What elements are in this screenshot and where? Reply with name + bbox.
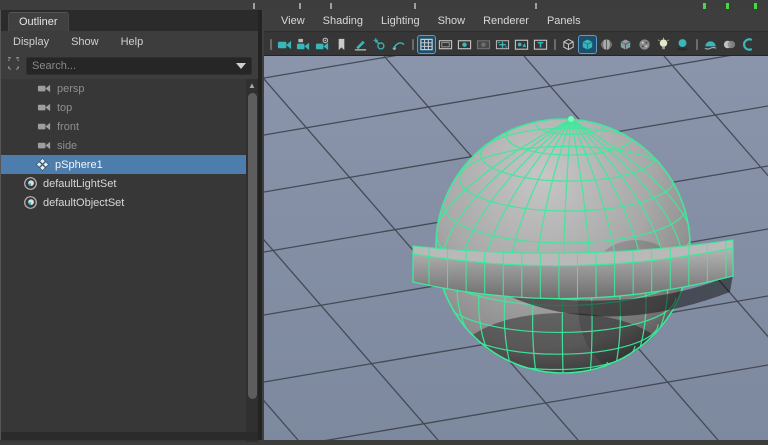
field-chart-icon[interactable] <box>494 36 511 53</box>
camera-icon <box>37 138 52 153</box>
occlusion-dome-icon[interactable] <box>702 36 719 53</box>
menu-shading[interactable]: Shading <box>314 15 372 27</box>
outliner-item-side[interactable]: side <box>1 136 247 155</box>
select-camera-icon[interactable] <box>276 36 293 53</box>
resolution-gate-icon[interactable] <box>456 36 473 53</box>
shelf-tick <box>330 3 332 9</box>
search-field[interactable] <box>26 57 252 75</box>
pan-zoom-icon[interactable] <box>371 36 388 53</box>
camera-attributes-icon[interactable] <box>314 36 331 53</box>
menu-view[interactable]: View <box>272 15 314 27</box>
outliner-bottom-strip <box>1 432 259 440</box>
outliner-item-label: defaultLightSet <box>43 177 117 190</box>
checker-sphere-icon[interactable] <box>636 36 653 53</box>
gate-mask-icon[interactable] <box>475 36 492 53</box>
outliner-item-top[interactable]: top <box>1 98 247 117</box>
lock-camera-icon[interactable] <box>295 36 312 53</box>
viewport-canvas[interactable] <box>0 0 768 445</box>
grip-icon[interactable] <box>267 36 274 53</box>
camera-icon <box>37 100 52 115</box>
outliner-search-row <box>1 53 258 79</box>
viewport-toolbar <box>264 33 768 56</box>
outliner-item-label: top <box>57 101 73 114</box>
outliner-item-defaultlightset[interactable]: defaultLightSet <box>1 174 247 193</box>
pole-highlight <box>568 116 574 122</box>
motion-blur-icon[interactable] <box>721 36 738 53</box>
grip-icon[interactable] <box>409 36 416 53</box>
outliner-item-label: persp <box>57 82 85 95</box>
bookmark-icon[interactable] <box>333 36 350 53</box>
menu-show[interactable]: Show <box>429 15 475 27</box>
outliner-menubar: Display Show Help <box>1 31 258 53</box>
outliner-item-front[interactable]: front <box>1 117 247 136</box>
outliner-item-label: pSphere1 <box>55 158 103 171</box>
pen-curve-icon[interactable] <box>390 36 407 53</box>
outliner-panel: Outliner Display Show Help persp top <box>0 10 259 442</box>
scrollbar-thumb[interactable] <box>247 93 257 399</box>
grip-icon[interactable] <box>693 36 700 53</box>
light-bulb-icon[interactable] <box>655 36 672 53</box>
outliner-item-label: defaultObjectSet <box>43 196 125 209</box>
menu-display[interactable]: Display <box>13 36 49 48</box>
chevron-down-icon[interactable] <box>236 63 246 69</box>
top-shelf-strip <box>0 0 768 10</box>
set-icon <box>23 176 38 191</box>
search-input[interactable] <box>32 60 236 72</box>
wireframe-cube-icon[interactable] <box>560 36 577 53</box>
safe-action-icon[interactable] <box>513 36 530 53</box>
viewport-menubar: View Shading Lighting Show Renderer Pane… <box>264 10 768 32</box>
menu-show[interactable]: Show <box>71 36 99 48</box>
poly-mesh-icon <box>35 157 50 172</box>
outliner-item-persp[interactable]: persp <box>1 79 247 98</box>
grease-pencil-icon[interactable] <box>352 36 369 53</box>
menu-panels[interactable]: Panels <box>538 15 590 27</box>
shelf-tick <box>414 3 416 9</box>
shelf-tick-green <box>703 3 706 9</box>
camera-icon <box>37 81 52 96</box>
outliner-list: persp top front side pSphere1 defaultLig… <box>1 79 247 442</box>
outliner-scrollbar[interactable]: ▲ <box>246 79 258 442</box>
outliner-item-label: front <box>57 120 80 133</box>
wireframe-on-shaded-icon[interactable] <box>598 36 615 53</box>
viewport-panel: View Shading Lighting Show Renderer Pane… <box>0 0 768 445</box>
shelf-tick-green <box>726 3 729 9</box>
outliner-item-defaultobjectset[interactable]: defaultObjectSet <box>1 193 247 212</box>
shadow-sphere-icon[interactable] <box>674 36 691 53</box>
menu-lighting[interactable]: Lighting <box>372 15 429 27</box>
menu-help[interactable]: Help <box>121 36 144 48</box>
shelf-tick <box>535 3 537 9</box>
grip-icon[interactable] <box>551 36 558 53</box>
film-gate-icon[interactable] <box>437 36 454 53</box>
anti-alias-icon[interactable] <box>740 36 757 53</box>
set-icon <box>23 195 38 210</box>
scrollbar-up-arrow-icon[interactable]: ▲ <box>246 80 258 92</box>
selection-brackets-icon[interactable] <box>6 56 21 76</box>
outliner-item-psphere1[interactable]: pSphere1 <box>1 155 247 174</box>
tab-outliner[interactable]: Outliner <box>8 12 69 32</box>
outliner-item-label: side <box>57 139 78 152</box>
menu-renderer[interactable]: Renderer <box>474 15 538 27</box>
shelf-tick <box>299 3 301 9</box>
shelf-tick <box>253 3 255 9</box>
outliner-tab-bar: Outliner <box>1 10 258 32</box>
shelf-tick-green <box>754 3 757 9</box>
camera-icon <box>37 119 52 134</box>
grid-icon[interactable] <box>417 34 436 54</box>
safe-title-icon[interactable] <box>532 36 549 53</box>
textured-cube-icon[interactable] <box>617 36 634 53</box>
shaded-cube-icon[interactable] <box>578 34 597 54</box>
